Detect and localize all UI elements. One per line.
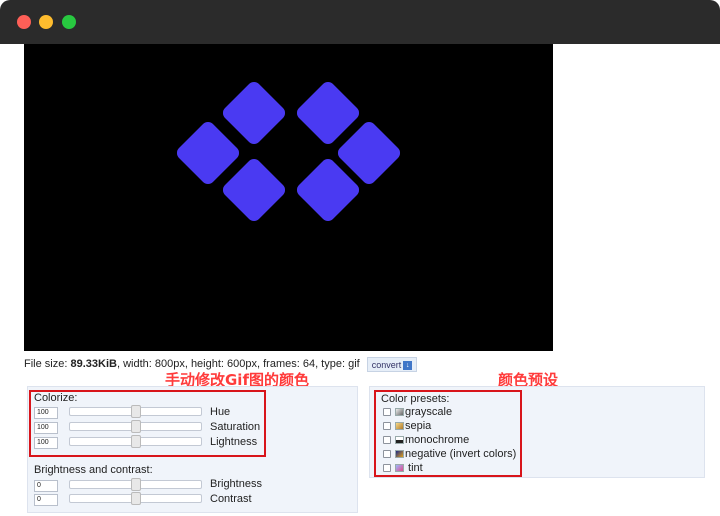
file-size-value: 89.33KiB [70, 358, 117, 370]
diamond-tile [176, 121, 240, 185]
brightness-slider[interactable] [69, 478, 202, 491]
convert-button[interactable]: convert ↓ [366, 356, 418, 372]
download-icon: ↓ [403, 360, 413, 370]
brightness-label: Brightness [210, 478, 262, 490]
gif-preview [24, 44, 553, 351]
zoom-window-button[interactable] [62, 15, 76, 29]
contrast-label: Contrast [210, 493, 252, 505]
annotation-box-presets [374, 390, 522, 477]
brightness-input[interactable]: 0 [34, 480, 58, 492]
brightness-contrast-title: Brightness and contrast: [34, 464, 153, 476]
contrast-input[interactable]: 0 [34, 494, 58, 506]
convert-label: convert [371, 359, 402, 370]
slider-thumb[interactable] [131, 478, 141, 491]
diamond-tile [222, 158, 286, 222]
diamond-tile [222, 81, 286, 145]
file-info-prefix: File size: [24, 358, 71, 370]
slider-thumb[interactable] [131, 492, 141, 505]
minimize-window-button[interactable] [39, 15, 53, 29]
gif-preview-image [176, 81, 401, 222]
close-window-button[interactable] [17, 15, 31, 29]
annotation-box-colorize [29, 390, 266, 457]
contrast-slider[interactable] [69, 492, 202, 505]
window-titlebar [0, 0, 720, 44]
